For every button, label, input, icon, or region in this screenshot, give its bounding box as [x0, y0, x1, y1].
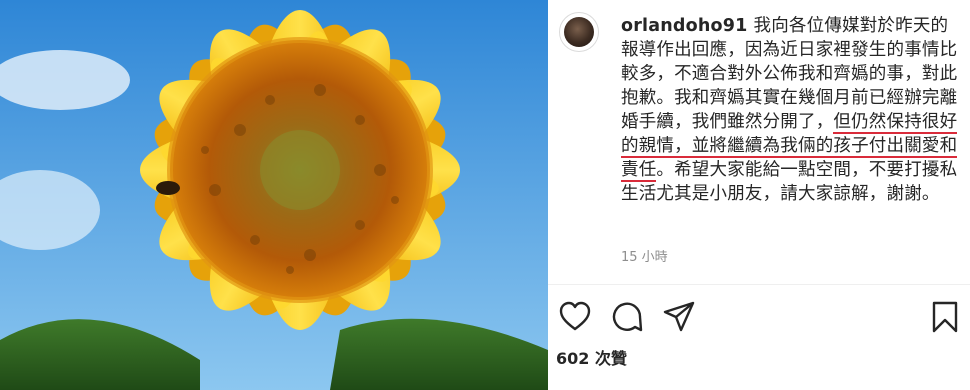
heart-icon[interactable]	[558, 300, 592, 334]
divider	[548, 284, 970, 285]
comment-icon[interactable]	[610, 300, 644, 334]
post-caption: orlandoho91 我向各位傳媒對於昨天的報導作出回應，因為近日家裡發生的事情…	[621, 14, 961, 206]
action-bar	[554, 300, 964, 336]
caption-text-end: 。希望大家能給一點空間，不要打擾私生活尤其是小朋友，請大家諒解，謝謝。	[621, 160, 958, 204]
sunflower-image	[0, 0, 548, 390]
avatar-image	[564, 17, 594, 47]
like-count[interactable]: 602 次贊	[556, 345, 627, 369]
send-icon[interactable]	[662, 300, 696, 334]
username-link[interactable]: orlandoho91	[621, 16, 748, 36]
post-panel: orlandoho91 我向各位傳媒對於昨天的報導作出回應，因為近日家裡發生的事情…	[548, 0, 970, 390]
post-timestamp[interactable]: 15 小時	[621, 246, 668, 265]
post-image[interactable]	[0, 0, 548, 390]
avatar[interactable]	[559, 12, 599, 52]
bookmark-icon[interactable]	[928, 300, 962, 334]
